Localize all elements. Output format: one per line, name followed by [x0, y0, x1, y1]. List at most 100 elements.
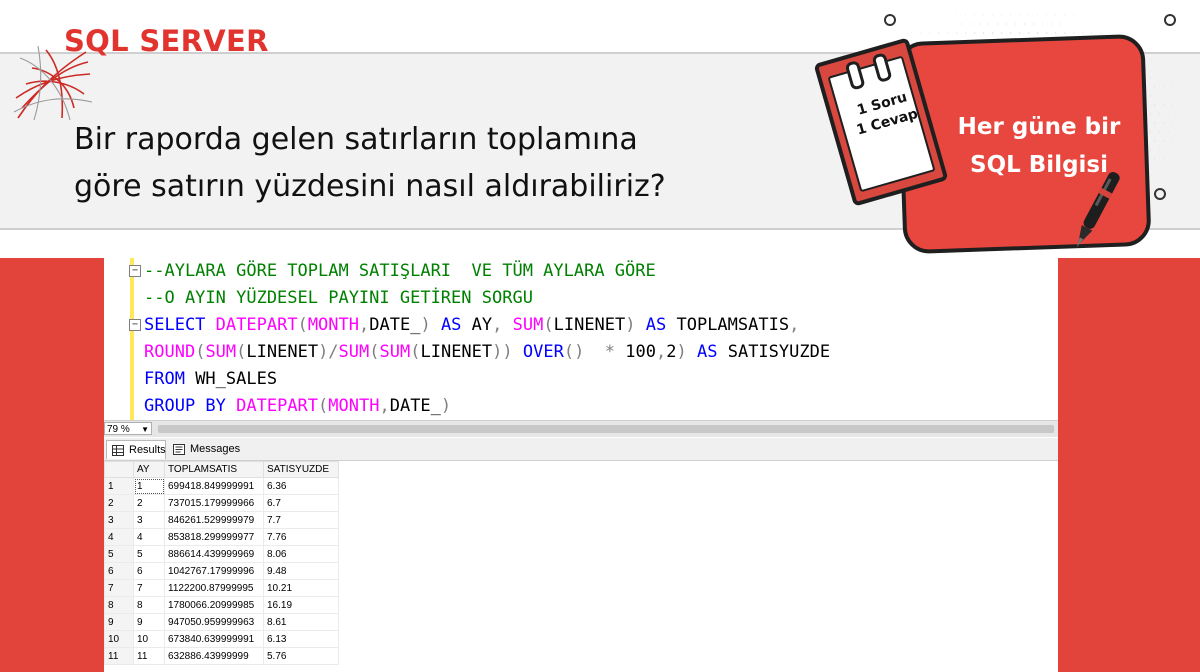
query-editor[interactable]: − --AYLARA GÖRE TOPLAM SATIŞLARI VE TÜM A…: [104, 258, 1058, 420]
code-token: ): [420, 315, 431, 335]
row-number: 9: [104, 613, 134, 631]
table-cell[interactable]: 5.76: [263, 647, 339, 665]
code-token: AS: [440, 315, 462, 335]
pattern-dot: [983, 14, 985, 16]
table-row[interactable]: 5 5 886614.439999969 8.06: [104, 545, 339, 563]
table-cell[interactable]: 699418.849999991: [164, 477, 264, 495]
code-token: TOPLAMSATIS: [666, 315, 790, 335]
pattern-dot: [1172, 104, 1174, 106]
pattern-dot: [1037, 14, 1039, 16]
code-token: WH_SALES: [184, 369, 278, 389]
table-cell[interactable]: 4: [133, 528, 165, 546]
pattern-dot: [1177, 131, 1178, 133]
table-row[interactable]: 7 7 1122200.87999995 10.21: [104, 579, 339, 597]
table-cell[interactable]: 737015.179999966: [164, 494, 264, 512]
tab-messages[interactable]: Messages: [168, 440, 240, 459]
table-row[interactable]: 11 11 632886.43999999 5.76: [104, 647, 339, 665]
table-cell[interactable]: 886614.439999969: [164, 545, 264, 563]
pattern-dot: [1172, 140, 1174, 142]
table-cell[interactable]: 853818.299999977: [164, 528, 264, 546]
zoom-dropdown[interactable]: 79 % ▼: [104, 422, 152, 435]
pattern-dot: [1055, 14, 1057, 16]
pattern-dot: [925, 23, 926, 25]
table-row[interactable]: 8 8 1780066.20999985 16.19: [104, 596, 339, 614]
horizontal-scrollbar[interactable]: [158, 425, 1054, 433]
pattern-dot: [1100, 32, 1102, 34]
code-token: DATE_: [389, 396, 441, 416]
table-cell[interactable]: 3: [133, 511, 165, 529]
table-cell[interactable]: 7: [133, 579, 165, 597]
tab-results[interactable]: Results: [106, 440, 166, 459]
column-header[interactable]: SATISYUZDE: [263, 461, 339, 478]
table-row[interactable]: 9 9 947050.959999963 8.61: [104, 613, 339, 631]
table-cell[interactable]: 1: [133, 477, 165, 495]
pattern-dot: [1060, 23, 1062, 25]
code-token: 100: [615, 342, 656, 362]
code-token: (): [563, 342, 585, 362]
ssms-window: − --AYLARA GÖRE TOPLAM SATIŞLARI VE TÜM A…: [104, 258, 1058, 672]
chevron-down-icon: ▼: [141, 425, 149, 434]
pattern-dot: [1073, 14, 1074, 16]
pattern-dot: [1091, 32, 1093, 34]
pattern-dot: [1073, 32, 1075, 34]
table-cell[interactable]: 10.21: [263, 579, 339, 597]
table-row[interactable]: 2 2 737015.179999966 6.7: [104, 494, 339, 512]
table-cell[interactable]: 1042767.17999996: [164, 562, 264, 580]
table-cell[interactable]: 6.36: [263, 477, 339, 495]
table-cell[interactable]: 9.48: [263, 562, 339, 580]
table-row[interactable]: 3 3 846261.529999979 7.7: [104, 511, 339, 529]
table-cell[interactable]: 7.76: [263, 528, 339, 546]
table-cell[interactable]: 8.61: [263, 613, 339, 631]
column-header[interactable]: TOPLAMSATIS: [164, 461, 264, 478]
code-token: AS: [697, 342, 718, 362]
table-cell[interactable]: 846261.529999979: [164, 511, 264, 529]
table-row[interactable]: 6 6 1042767.17999996 9.48: [104, 562, 339, 580]
pattern-dot: [1019, 32, 1021, 34]
collapse-icon[interactable]: −: [129, 319, 141, 331]
pattern-dot: [929, 32, 931, 34]
table-cell[interactable]: 6.7: [263, 494, 339, 512]
table-cell[interactable]: 8.06: [263, 545, 339, 563]
table-cell[interactable]: 2: [133, 494, 165, 512]
code-token: ROUND: [144, 342, 196, 362]
table-cell[interactable]: 1780066.20999985: [164, 596, 264, 614]
row-number: 1: [104, 477, 134, 495]
table-cell[interactable]: 632886.43999999: [164, 647, 264, 665]
pattern-dot: [956, 32, 958, 34]
table-cell[interactable]: 8: [133, 596, 165, 614]
pattern-dot: [1163, 158, 1165, 160]
table-cell[interactable]: 6.13: [263, 630, 339, 648]
pattern-dot: [943, 23, 945, 25]
pattern-dot: [1150, 59, 1151, 61]
pattern-dot: [1154, 86, 1156, 88]
table-cell[interactable]: 5: [133, 545, 165, 563]
pattern-dot: [1019, 14, 1021, 16]
code-token: SUM: [512, 315, 544, 335]
pattern-dot: [1154, 176, 1156, 178]
collapse-icon[interactable]: −: [129, 265, 141, 277]
code-token: LINENET: [553, 315, 626, 335]
pattern-dot: [1159, 77, 1161, 79]
code-token: SUM: [379, 342, 411, 362]
table-header-row: AY TOPLAMSATIS SATISYUZDE: [104, 461, 339, 478]
table-row[interactable]: 10 10 673840.639999991 6.13: [104, 630, 339, 648]
table-cell[interactable]: 1122200.87999995: [164, 579, 264, 597]
table-cell[interactable]: 11: [133, 647, 165, 665]
table-cell[interactable]: 9: [133, 613, 165, 631]
table-cell[interactable]: 6: [133, 562, 165, 580]
column-header[interactable]: AY: [133, 461, 165, 478]
table-row[interactable]: 4 4 853818.299999977 7.76: [104, 528, 339, 546]
table-cell[interactable]: 7.7: [263, 511, 339, 529]
results-grid[interactable]: AY TOPLAMSATIS SATISYUZDE 1 1 699418.84999…: [104, 461, 1058, 672]
table-cell[interactable]: 673840.639999991: [164, 630, 264, 648]
table-cell[interactable]: 947050.959999963: [164, 613, 264, 631]
row-number: 5: [104, 545, 134, 563]
table-cell[interactable]: 10: [133, 630, 165, 648]
table-row[interactable]: 1 1 699418.849999991 6.36: [104, 477, 339, 495]
table-cell[interactable]: 16.19: [263, 596, 339, 614]
